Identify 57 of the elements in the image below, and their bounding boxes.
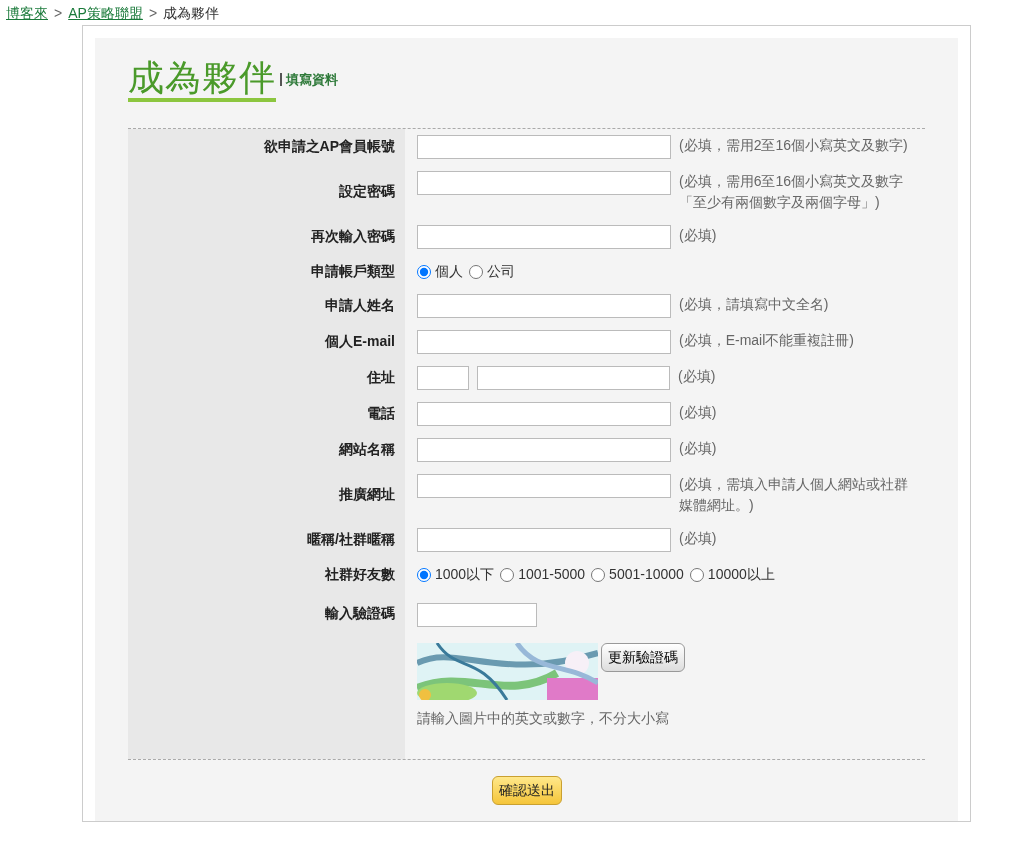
field-label: 網站名稱	[339, 440, 395, 460]
text-input-field[interactable]	[417, 527, 671, 552]
captcha-field[interactable]	[417, 602, 537, 627]
radio-label: 1000以下	[435, 565, 495, 582]
zip-code-field[interactable]	[417, 365, 469, 390]
field-label: 欲申請之AP會員帳號	[263, 137, 395, 157]
breadcrumb-link[interactable]: AP策略聯盟	[68, 5, 143, 21]
field-label: 申請帳戶類型	[311, 261, 395, 281]
address-field[interactable]	[477, 365, 670, 390]
text-input-field[interactable]	[417, 224, 671, 249]
field-label: 社群好友數	[325, 564, 395, 584]
field-label: 申請人姓名	[325, 296, 395, 316]
breadcrumb-current: 成為夥伴	[163, 5, 220, 21]
hint-text: (必填，E-mail不能重複註冊)	[679, 330, 855, 350]
hint-text: (必填，需用6至16個小寫英文及數字「至少有兩個數字及兩個字母」)	[679, 171, 905, 212]
hint-text: (必填)	[679, 528, 718, 548]
field-label: 推廣網址	[339, 485, 395, 505]
text-input-field[interactable]	[417, 293, 671, 318]
hint-text: 請輸入圖片中的英文或數字，不分大小寫	[417, 708, 670, 728]
field-label: 暱稱/社群暱稱	[307, 530, 395, 550]
radio-label: 10000以上	[707, 565, 775, 582]
breadcrumb-link[interactable]: 博客來	[6, 5, 48, 21]
refresh-captcha-button[interactable]: 更新驗證碼	[601, 642, 685, 672]
field-label: 個人E-mail	[325, 332, 395, 352]
hint-text: (必填，需用2至16個小寫英文及數字)	[679, 135, 909, 155]
field-label: 電話	[367, 404, 395, 424]
radio-label: 個人	[435, 262, 463, 279]
radio-button[interactable]	[500, 567, 515, 582]
text-input-field[interactable]	[417, 134, 671, 159]
radio-label: 公司	[487, 262, 515, 279]
hint-text: (必填)	[679, 438, 718, 458]
radio-label: 5001-10000	[609, 565, 684, 582]
submit-button[interactable]: 確認送出	[491, 775, 562, 805]
text-input-field[interactable]	[417, 170, 671, 195]
text-input-field[interactable]	[417, 437, 671, 462]
radio-button[interactable]	[591, 567, 606, 582]
radio-label: 1001-5000	[518, 565, 586, 582]
field-label: 設定密碼	[339, 182, 395, 202]
page-title: 成為夥伴	[128, 58, 276, 102]
breadcrumb-separator: >	[148, 5, 158, 21]
radio-button[interactable]	[689, 567, 704, 582]
text-input-field[interactable]	[417, 329, 671, 354]
hint-text: (必填)	[679, 402, 718, 422]
hint-text: (必填)	[679, 225, 718, 245]
hint-text: (必填，需填入申請人個人網站或社群媒體網址。)	[679, 474, 909, 515]
breadcrumb-separator: >	[54, 5, 63, 21]
text-input-field[interactable]	[417, 401, 671, 426]
hint-text: (必填，請填寫中文全名)	[679, 294, 830, 314]
radio-button[interactable]	[417, 264, 431, 279]
hint-text: (必填)	[678, 366, 717, 386]
page-subtitle: 填寫資料	[280, 73, 338, 87]
radio-button[interactable]	[417, 567, 431, 582]
radio-button[interactable]	[469, 264, 483, 279]
field-label: 住址	[367, 368, 395, 388]
text-input-field[interactable]	[417, 473, 671, 498]
field-label: 再次輸入密碼	[311, 227, 395, 247]
field-label: 輸入驗證碼	[325, 603, 395, 623]
